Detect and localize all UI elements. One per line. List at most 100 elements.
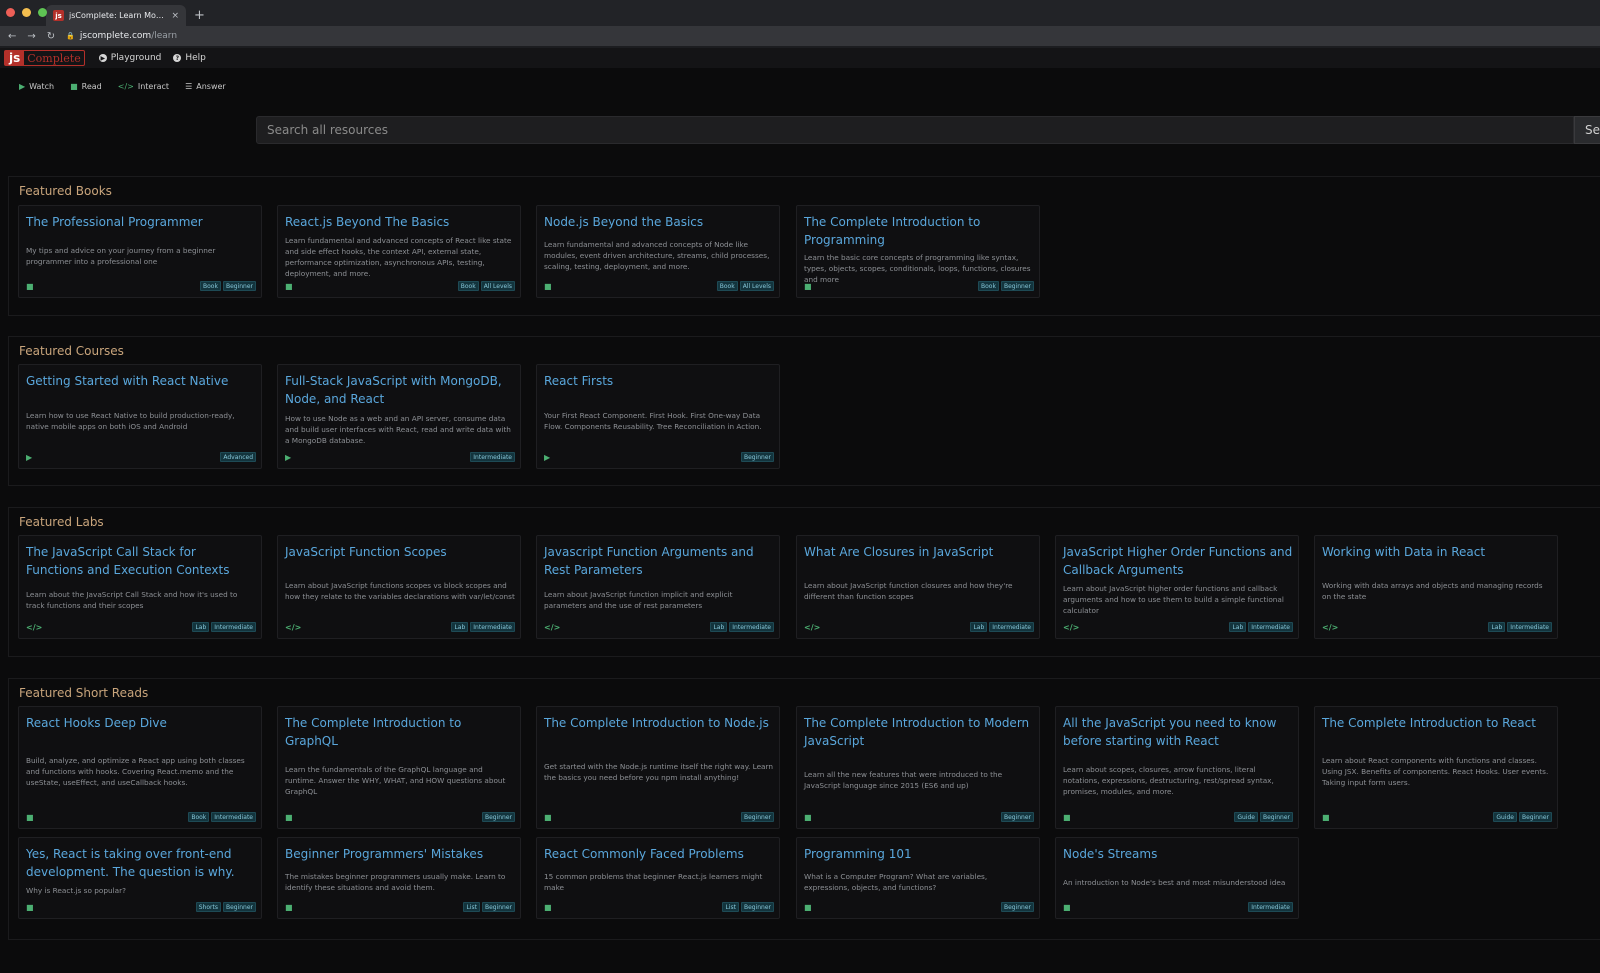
maximize-window-button[interactable] — [38, 8, 47, 17]
resource-card[interactable]: Node's Streams An introduction to Node's … — [1055, 837, 1299, 919]
card-title[interactable]: The JavaScript Call Stack for Functions … — [26, 544, 256, 579]
card-title[interactable]: React Firsts — [544, 373, 774, 391]
card-description: An introduction to Node's best and most … — [1063, 877, 1286, 887]
resource-card[interactable]: React Hooks Deep Dive Build, analyze, and… — [18, 706, 262, 829]
card-title[interactable]: The Complete Introduction to Node.js — [544, 715, 774, 733]
resource-card[interactable]: JavaScript Higher Order Functions and Ca… — [1055, 535, 1299, 639]
resource-card[interactable]: All the JavaScript you need to know befo… — [1055, 706, 1299, 829]
card-title[interactable]: Yes, React is taking over front-end deve… — [26, 846, 256, 881]
card-title[interactable]: Javascript Function Arguments and Rest P… — [544, 544, 774, 579]
badge: Intermediate — [1248, 622, 1293, 632]
card-title[interactable]: Getting Started with React Native — [26, 373, 256, 391]
forward-icon[interactable]: → — [27, 31, 35, 42]
card-title[interactable]: What Are Closures in JavaScript — [804, 544, 1034, 562]
card-title[interactable]: React Commonly Faced Problems — [544, 846, 774, 864]
filter-read[interactable]: ■ Read — [70, 77, 102, 96]
reload-icon[interactable]: ↻ — [47, 31, 55, 42]
resource-card[interactable]: Full-Stack JavaScript with MongoDB, Node… — [277, 364, 521, 469]
resource-card[interactable]: Yes, React is taking over front-end deve… — [18, 837, 262, 919]
card-footer: ■ Guide Beginner — [1063, 812, 1293, 822]
resource-card[interactable]: Working with Data in React Working with d… — [1314, 535, 1558, 639]
card-title[interactable]: JavaScript Function Scopes — [285, 544, 515, 562]
nav-playground[interactable]: ▶ Playground — [98, 53, 162, 63]
jscomplete-logo[interactable]: js Complete — [4, 50, 85, 66]
card-title[interactable]: Working with Data in React — [1322, 544, 1552, 562]
code-icon: </> — [117, 82, 134, 91]
resource-card[interactable]: React Commonly Faced Problems 15 common p… — [536, 837, 780, 919]
site-header: js Complete ▶ Playground ? Help — [0, 48, 1600, 68]
badge: Beginner — [1259, 812, 1293, 822]
filter-answer[interactable]: ☰ Answer — [185, 77, 226, 96]
resource-card[interactable]: The Complete Introduction to Modern Java… — [796, 706, 1040, 829]
card-title[interactable]: Node's Streams — [1063, 846, 1293, 864]
book-icon: ■ — [1063, 902, 1071, 912]
card-title[interactable]: Programming 101 — [804, 846, 1034, 864]
badge: Intermediate — [729, 622, 774, 632]
badge: All Levels — [480, 281, 515, 291]
card-title[interactable]: The Complete Introduction to Programming — [804, 214, 1034, 249]
resource-card[interactable]: Node.js Beyond the Basics Learn fundament… — [536, 205, 780, 298]
card-title[interactable]: The Complete Introduction to Modern Java… — [804, 715, 1034, 750]
resource-card[interactable]: The Complete Introduction to React Learn … — [1314, 706, 1558, 829]
card-footer: ■ Beginner — [804, 812, 1034, 822]
close-tab-icon[interactable]: × — [171, 11, 179, 21]
badge: Beginner — [740, 812, 774, 822]
card-description: Learn about the JavaScript Call Stack an… — [26, 589, 238, 610]
card-title[interactable]: The Professional Programmer — [26, 214, 256, 232]
card-title[interactable]: Full-Stack JavaScript with MongoDB, Node… — [285, 373, 515, 408]
filter-watch-label: Watch — [29, 82, 55, 91]
back-icon[interactable]: ← — [8, 31, 16, 42]
search-button[interactable]: Search — [1574, 116, 1600, 144]
card-title[interactable]: JavaScript Higher Order Functions and Ca… — [1063, 544, 1293, 579]
card-title[interactable]: The Complete Introduction to GraphQL — [285, 715, 515, 750]
card-title[interactable]: All the JavaScript you need to know befo… — [1063, 715, 1293, 750]
resource-card[interactable]: Javascript Function Arguments and Rest P… — [536, 535, 780, 639]
resource-card[interactable]: JavaScript Function Scopes Learn about Ja… — [277, 535, 521, 639]
nav-help-label: Help — [185, 53, 206, 63]
badge: Lab — [1229, 622, 1247, 632]
card-footer: ■ Beginner — [285, 812, 515, 822]
resource-card[interactable]: Getting Started with React Native Learn h… — [18, 364, 262, 469]
resource-card[interactable]: React Firsts Your First React Component. … — [536, 364, 780, 469]
code-icon: </> — [1063, 622, 1080, 632]
card-title[interactable]: React Hooks Deep Dive — [26, 715, 256, 733]
resource-card[interactable]: Beginner Programmers' Mistakes The mistak… — [277, 837, 521, 919]
card-description: Learn fundamental and advanced concepts … — [285, 236, 512, 278]
badge: Lab — [1488, 622, 1506, 632]
resource-card[interactable]: What Are Closures in JavaScript Learn abo… — [796, 535, 1040, 639]
book-icon: ■ — [1063, 812, 1071, 822]
browser-tab[interactable]: js jsComplete: Learn Modern Full × — [46, 5, 186, 26]
badge: Beginner — [1000, 902, 1034, 912]
card-title[interactable]: React.js Beyond The Basics — [285, 214, 515, 232]
book-icon: ■ — [285, 902, 293, 912]
resource-card[interactable]: React.js Beyond The Basics Learn fundamen… — [277, 205, 521, 298]
minimize-window-button[interactable] — [22, 8, 31, 17]
badge: Beginner — [1000, 281, 1034, 291]
card-title[interactable]: Node.js Beyond the Basics — [544, 214, 774, 232]
resource-card[interactable]: The Professional Programmer My tips and a… — [18, 205, 262, 298]
nav-playground-label: Playground — [110, 53, 162, 63]
filter-watch[interactable]: ▶ Watch — [19, 77, 54, 96]
resource-card[interactable]: Programming 101 What is a Computer Progra… — [796, 837, 1040, 919]
card-description: Learn about JavaScript functions scopes … — [285, 581, 515, 601]
new-tab-button[interactable]: + — [194, 8, 205, 23]
card-title[interactable]: The Complete Introduction to React — [1322, 715, 1552, 733]
card-footer: ■ Book All Levels — [544, 281, 774, 291]
badge: Book — [457, 281, 479, 291]
card-title[interactable]: Beginner Programmers' Mistakes — [285, 846, 515, 864]
resource-card[interactable]: The JavaScript Call Stack for Functions … — [18, 535, 262, 639]
filter-interact[interactable]: </> Interact — [118, 77, 169, 96]
resource-card[interactable]: The Complete Introduction to Programming… — [796, 205, 1040, 298]
book-icon: ■ — [1322, 812, 1330, 822]
url-field[interactable]: 🔒 jscomplete.com/learn — [66, 31, 177, 41]
resource-card[interactable]: The Complete Introduction to Node.js Get … — [536, 706, 780, 829]
badge: Intermediate — [989, 622, 1034, 632]
book-icon: ■ — [804, 902, 812, 912]
card-footer: ■ Book Beginner — [804, 281, 1034, 291]
nav-help[interactable]: ? Help — [173, 53, 206, 63]
close-window-button[interactable] — [6, 8, 15, 17]
search-input[interactable]: Search all resources — [256, 116, 1574, 144]
resource-card[interactable]: The Complete Introduction to GraphQL Lear… — [277, 706, 521, 829]
favicon-icon: js — [53, 10, 64, 21]
book-icon: ■ — [804, 812, 812, 822]
